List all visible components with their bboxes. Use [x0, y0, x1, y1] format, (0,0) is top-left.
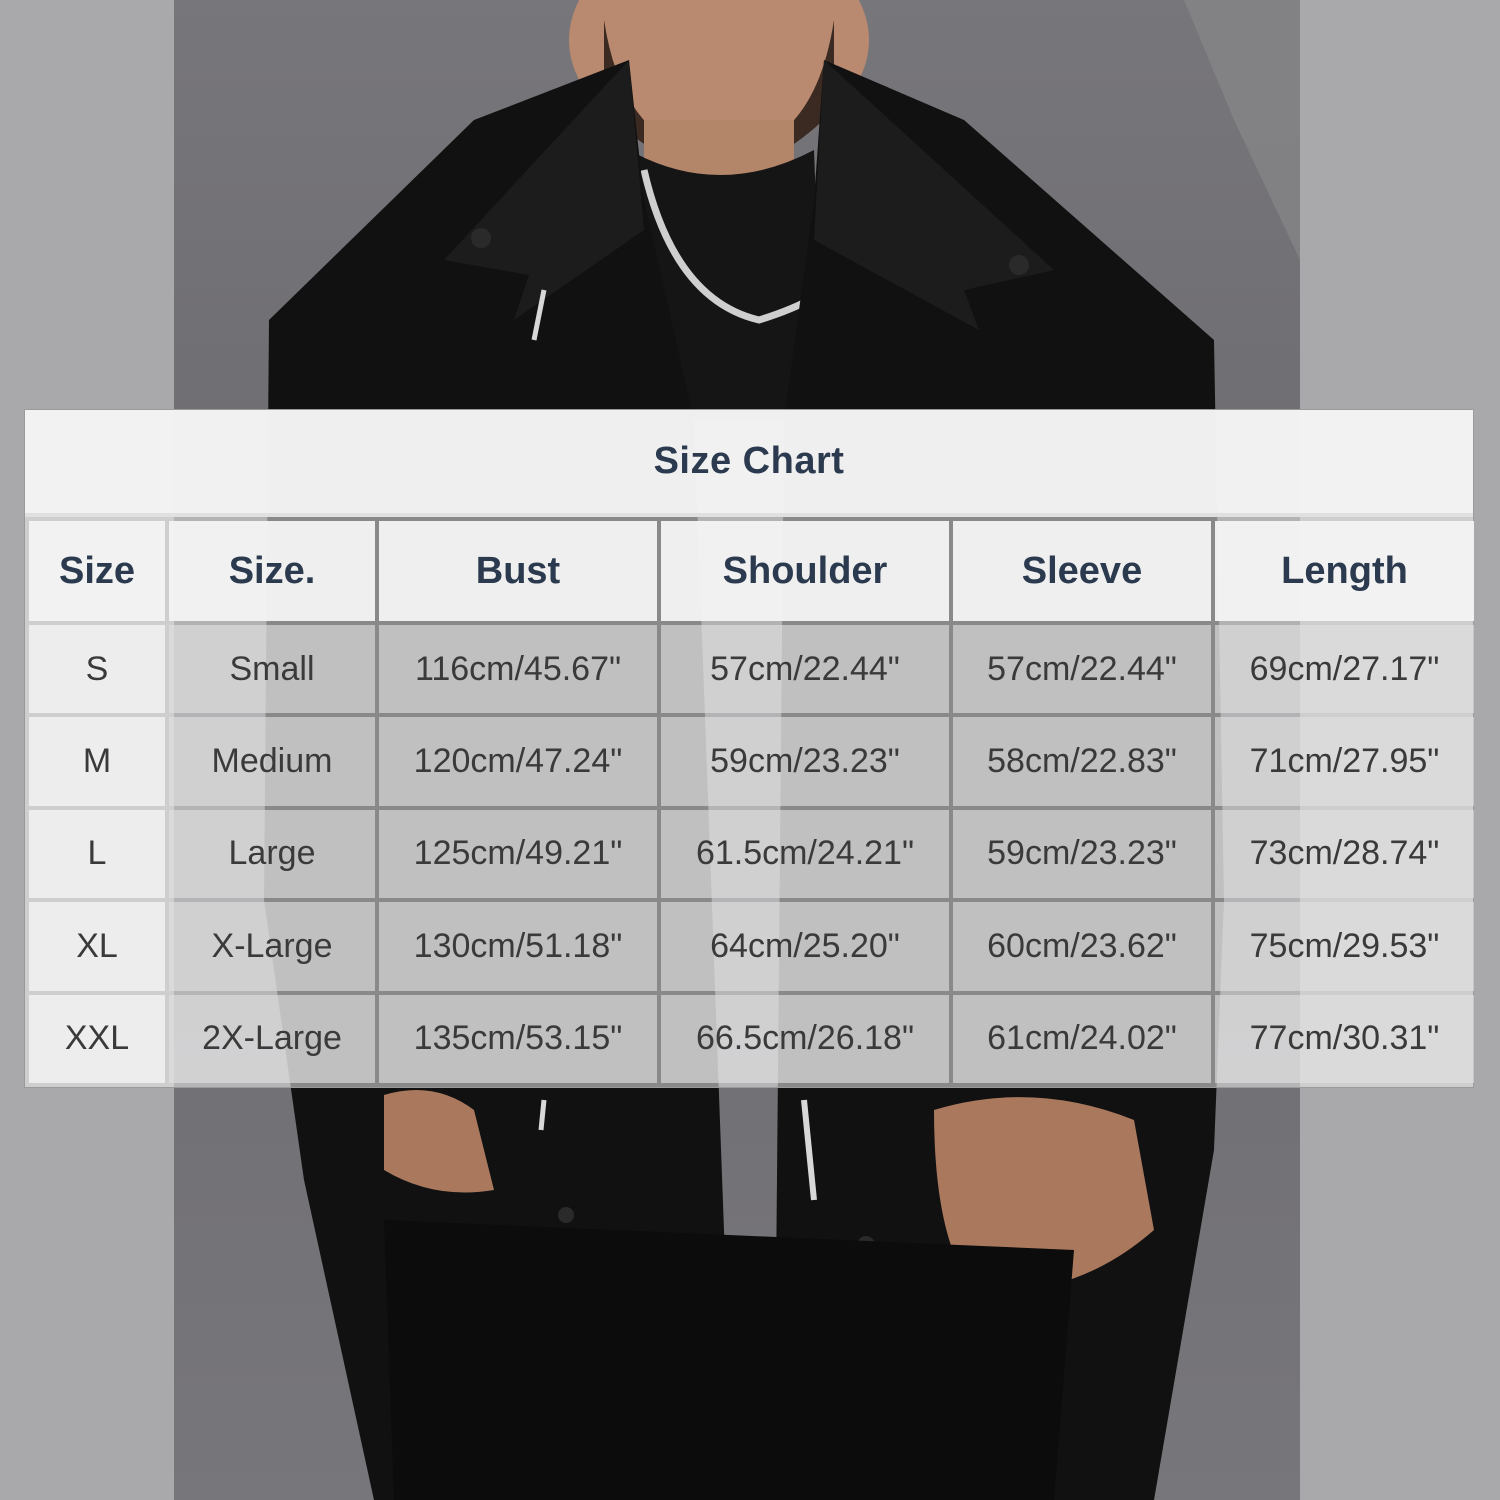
- header-size: Size: [29, 521, 165, 621]
- table-row: L Large 125cm/49.21" 61.5cm/24.21" 59cm/…: [29, 809, 1474, 899]
- size-chart-title: Size Chart: [25, 410, 1473, 517]
- cell-size-name: 2X-Large: [169, 994, 375, 1083]
- table-row: XXL 2X-Large 135cm/53.15" 66.5cm/26.18" …: [29, 994, 1474, 1083]
- header-length: Length: [1215, 521, 1474, 621]
- header-size-name: Size.: [169, 521, 375, 621]
- cell-bust: 130cm/51.18": [379, 902, 657, 991]
- table-row: M Medium 120cm/47.24" 59cm/23.23" 58cm/2…: [29, 717, 1474, 806]
- cell-sleeve: 57cm/22.44": [953, 625, 1211, 714]
- cell-bust: 116cm/45.67": [379, 625, 657, 714]
- cell-bust: 125cm/49.21": [379, 809, 657, 899]
- cell-size: M: [29, 717, 165, 806]
- table-row: S Small 116cm/45.67" 57cm/22.44" 57cm/22…: [29, 625, 1474, 714]
- cell-length: 71cm/27.95": [1215, 717, 1474, 806]
- size-chart: Size Chart Size Size. Bust Shoulder Slee…: [24, 409, 1474, 1088]
- cell-length: 73cm/28.74": [1215, 809, 1474, 899]
- cell-shoulder: 64cm/25.20": [661, 902, 949, 991]
- cell-size-name: Small: [169, 625, 375, 714]
- size-chart-table: Size Size. Bust Shoulder Sleeve Length S…: [25, 517, 1478, 1087]
- cell-size: S: [29, 625, 165, 714]
- cell-size-name: Large: [169, 809, 375, 899]
- cell-sleeve: 58cm/22.83": [953, 717, 1211, 806]
- header-bust: Bust: [379, 521, 657, 621]
- cell-sleeve: 61cm/24.02": [953, 994, 1211, 1083]
- cell-size-name: X-Large: [169, 902, 375, 991]
- cell-shoulder: 61.5cm/24.21": [661, 809, 949, 899]
- table-row: XL X-Large 130cm/51.18" 64cm/25.20" 60cm…: [29, 902, 1474, 991]
- cell-length: 69cm/27.17": [1215, 625, 1474, 714]
- cell-size: XXL: [29, 994, 165, 1083]
- cell-shoulder: 59cm/23.23": [661, 717, 949, 806]
- header-shoulder: Shoulder: [661, 521, 949, 621]
- cell-bust: 120cm/47.24": [379, 717, 657, 806]
- cell-shoulder: 57cm/22.44": [661, 625, 949, 714]
- cell-bust: 135cm/53.15": [379, 994, 657, 1083]
- cell-size: XL: [29, 902, 165, 991]
- cell-size-name: Medium: [169, 717, 375, 806]
- cell-length: 75cm/29.53": [1215, 902, 1474, 991]
- header-sleeve: Sleeve: [953, 521, 1211, 621]
- cell-sleeve: 60cm/23.62": [953, 902, 1211, 991]
- cell-length: 77cm/30.31": [1215, 994, 1474, 1083]
- cell-sleeve: 59cm/23.23": [953, 809, 1211, 899]
- cell-size: L: [29, 809, 165, 899]
- cell-shoulder: 66.5cm/26.18": [661, 994, 949, 1083]
- header-row: Size Size. Bust Shoulder Sleeve Length: [29, 521, 1474, 621]
